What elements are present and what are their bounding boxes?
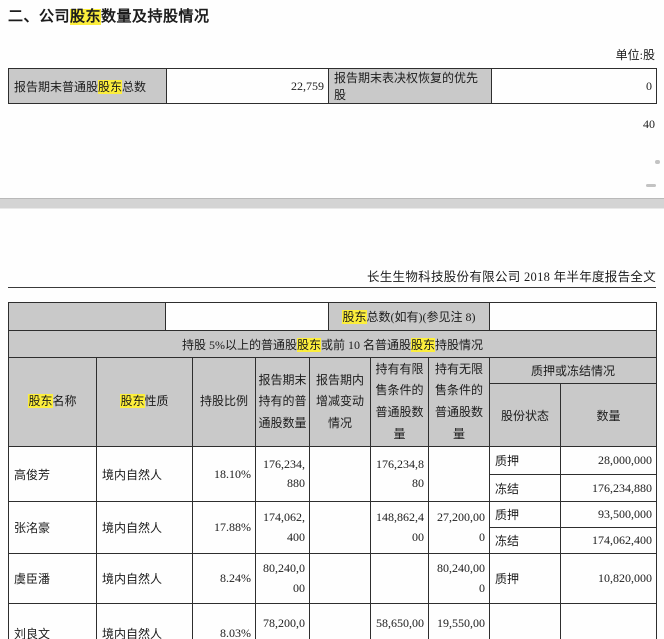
header-text: 名称 xyxy=(52,394,77,409)
table-row: 高俊芳 境内自然人 18.10% 176,234,880 176,234,880… xyxy=(8,446,657,502)
shareholder-name: 高俊芳 xyxy=(8,446,97,502)
shareholder-name: 虞臣潘 xyxy=(8,553,97,604)
period-end-shares: 78,200,000 xyxy=(255,603,310,639)
table-row: 虞臣潘 境内自然人 8.24% 80,240,000 80,240,000 质押… xyxy=(8,553,657,604)
restricted-shares: 58,650,000 xyxy=(370,603,429,639)
report-header: 长生生物科技股份有限公司 2018 年半年度报告全文 xyxy=(366,270,656,284)
shareholder-nature: 境内自然人 xyxy=(96,603,193,639)
caption-seg: 持股情况 xyxy=(435,337,484,352)
restricted-shares: 176,234,880 xyxy=(370,446,429,502)
unrestricted-shares: 80,240,000 xyxy=(428,553,490,604)
shareholder-nature: 境内自然人 xyxy=(96,446,193,502)
pledge-qty: 93,500,000 xyxy=(560,501,657,528)
pledge-status: 冻结 xyxy=(489,474,561,502)
page-number: 40 xyxy=(643,117,655,131)
col-header-change: 报告期内增减变动情况 xyxy=(309,357,371,447)
highlight-gudong: 股东 xyxy=(28,394,53,409)
highlight-gudong: 股东 xyxy=(98,79,123,94)
header-rule xyxy=(8,287,656,288)
common-shareholders-label: 报告期末普通股股东总数 xyxy=(8,68,167,104)
col-header-ratio: 持股比例 xyxy=(192,357,256,447)
highlight-gudong: 股东 xyxy=(120,394,145,409)
col-header-nature: 股东性质 xyxy=(96,357,193,447)
shareholder-nature: 境内自然人 xyxy=(96,501,193,554)
col-header-pledge-status: 股份状态 xyxy=(489,383,561,447)
unit-note: 单位:股 xyxy=(615,48,655,62)
period-end-shares: 176,234,880 xyxy=(255,446,310,502)
pledge-status: 质押 xyxy=(489,553,561,604)
pledge-qty: 174,062,400 xyxy=(560,527,657,554)
table-row: 刘良文 境内自然人 8.03% 78,200,000 58,650,000 19… xyxy=(8,603,657,639)
pledge-qty xyxy=(560,603,657,639)
section-title: 二、公司股东数量及持股情况 xyxy=(8,5,210,26)
col-header-unrestricted: 持有无限售条件的普通股数量 xyxy=(428,357,490,447)
preferred-shareholders-label: 报告期末表决权恢复的优先股 xyxy=(328,68,492,104)
scan-artifact xyxy=(655,160,660,164)
shareholding-ratio: 8.24% xyxy=(192,553,256,604)
total-row-blank-right xyxy=(489,302,657,331)
col-header-restricted: 持有有限售条件的普通股数量 xyxy=(370,357,429,447)
change-cell xyxy=(309,553,371,604)
report-page: 二、公司股东数量及持股情况 单位:股 报告期末普通股股东总数 22,759 报告… xyxy=(0,0,664,639)
period-end-shares: 174,062,400 xyxy=(255,501,310,554)
shareholder-name: 刘良文 xyxy=(8,603,97,639)
col-header-pledge-qty: 数量 xyxy=(560,383,657,447)
section-title-post: 数量及持股情况 xyxy=(101,9,210,25)
shareholder-count-table: 报告期末普通股股东总数 22,759 报告期末表决权恢复的优先股 0 xyxy=(8,68,657,104)
total-label-post: 总数(如有)(参见注 8) xyxy=(366,310,476,324)
pledge-qty: 10,820,000 xyxy=(560,553,657,604)
section-title-pre: 二、公司 xyxy=(8,9,71,25)
shareholder-name: 张洺豪 xyxy=(8,501,97,554)
caption-seg: 或前 10 名普通股 xyxy=(320,337,411,352)
pledge-status: 质押 xyxy=(489,501,561,528)
period-end-shares: 80,240,000 xyxy=(255,553,310,604)
col-header-period-end: 报告期末持有的普通股数量 xyxy=(255,357,310,447)
label-pre: 报告期末普通股 xyxy=(14,79,99,94)
page-divider xyxy=(0,198,664,209)
restricted-shares xyxy=(370,553,429,604)
shareholding-ratio: 8.03% xyxy=(192,603,256,639)
highlight-gudong: 股东 xyxy=(342,310,367,324)
restricted-shares: 148,862,400 xyxy=(370,501,429,554)
unrestricted-shares: 27,200,000 xyxy=(428,501,490,554)
highlight-gudong: 股东 xyxy=(70,9,102,25)
pledge-status: 质押 xyxy=(489,446,561,475)
label-post: 总数 xyxy=(122,79,147,94)
shareholder-nature: 境内自然人 xyxy=(96,553,193,604)
table-row: 张洺豪 境内自然人 17.88% 174,062,400 148,862,400… xyxy=(8,501,657,554)
header-row-top: 股东名称 股东性质 持股比例 报告期末持有的普通股数量 报告期内增减变动情况 持… xyxy=(8,357,657,447)
table-row: 报告期末普通股股东总数 22,759 报告期末表决权恢复的优先股 0 xyxy=(8,68,657,104)
caption-seg: 持股 5%以上的普通股 xyxy=(181,337,297,352)
change-cell xyxy=(309,501,371,554)
scan-artifact xyxy=(646,184,656,187)
shareholder-total-label: 股东总数(如有)(参见注 8) xyxy=(328,302,490,331)
preferred-shareholders-value: 0 xyxy=(491,68,657,104)
change-cell xyxy=(309,603,371,639)
highlight-gudong: 股东 xyxy=(411,337,436,352)
header-text: 性质 xyxy=(144,394,169,409)
pledge-qty: 28,000,000 xyxy=(560,446,657,475)
unrestricted-shares xyxy=(428,446,490,502)
pledge-status xyxy=(489,603,561,639)
highlight-gudong: 股东 xyxy=(296,337,321,352)
unrestricted-shares: 19,550,000 xyxy=(428,603,490,639)
col-header-pledge: 质押或冻结情况 xyxy=(489,357,657,384)
total-row-blank xyxy=(165,302,329,331)
col-header-name: 股东名称 xyxy=(8,357,97,447)
pledge-qty: 176,234,880 xyxy=(560,474,657,502)
total-row: 股东总数(如有)(参见注 8) xyxy=(8,302,657,331)
total-row-empty-left xyxy=(8,302,166,331)
pledge-status: 冻结 xyxy=(489,527,561,554)
caption-row: 持股 5%以上的普通股股东或前 10 名普通股股东持股情况 xyxy=(8,330,657,358)
shareholding-ratio: 18.10% xyxy=(192,446,256,502)
change-cell xyxy=(309,446,371,502)
table-caption: 持股 5%以上的普通股股东或前 10 名普通股股东持股情况 xyxy=(8,330,657,358)
shareholding-ratio: 17.88% xyxy=(192,501,256,554)
common-shareholders-value: 22,759 xyxy=(166,68,329,104)
major-shareholders-table: 股东总数(如有)(参见注 8) 持股 5%以上的普通股股东或前 10 名普通股股… xyxy=(8,302,657,639)
